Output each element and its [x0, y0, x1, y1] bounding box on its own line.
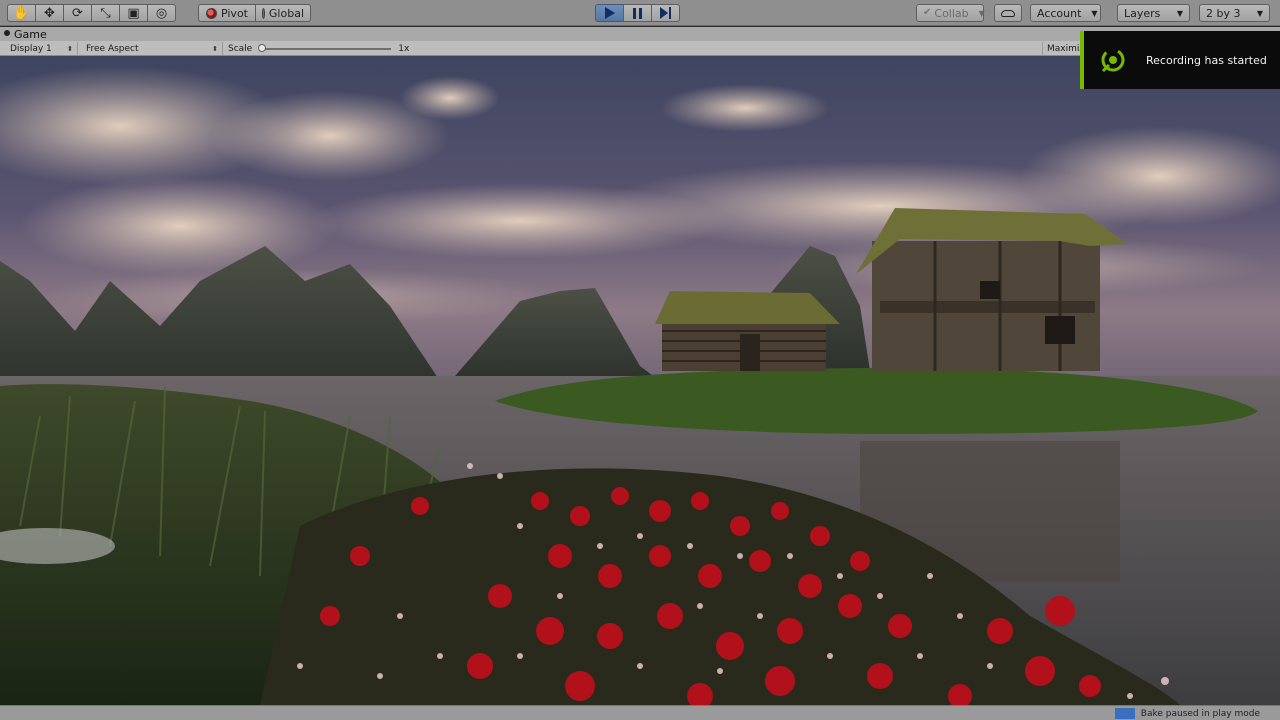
status-message-area: Bake paused in play mode [1114, 707, 1260, 720]
layout-dropdown[interactable]: 2 by 3 ▼ [1199, 4, 1270, 22]
play-controls [595, 4, 680, 22]
pivot-group: Pivot Global [198, 4, 311, 22]
scale-label: Scale [228, 43, 253, 54]
collab-label: Collab [934, 6, 969, 20]
chevron-down-icon: ▼ [1256, 8, 1263, 18]
rotate-icon: ⟳ [72, 5, 83, 21]
tab-game[interactable]: Game [4, 27, 47, 41]
scale-slider-thumb[interactable] [258, 43, 267, 52]
rotate-tool-button[interactable]: ⟳ [63, 4, 92, 22]
display-label: Display 1 [10, 43, 52, 54]
move-tool-button[interactable]: ✥ [35, 4, 64, 22]
chevron-down-icon: ▼ [1176, 8, 1183, 18]
game-scene [0, 56, 1280, 705]
cloud-button[interactable] [994, 4, 1022, 22]
aspect-dropdown[interactable]: Free Aspect ⬍ [80, 42, 223, 55]
step-button[interactable] [651, 4, 680, 22]
scale-value: 1x [398, 43, 410, 54]
big-house [856, 208, 1128, 371]
recording-icon [1101, 48, 1125, 73]
global-icon [262, 7, 265, 19]
cloud-group [994, 4, 1022, 22]
small-cabin [655, 291, 840, 371]
cloud-icon [1001, 9, 1015, 17]
status-message: Bake paused in play mode [1140, 708, 1260, 719]
collab-group: ✔ Collab ▼ [916, 4, 985, 22]
recording-notification: Recording has started [1080, 31, 1280, 89]
scale-tool-button[interactable]: ⤡ [91, 4, 120, 22]
scale-control: Scale 1x [228, 42, 409, 55]
hand-tool-button[interactable]: ✋ [7, 4, 36, 22]
scale-icon: ⤡ [100, 5, 111, 21]
layers-dropdown[interactable]: Layers ▼ [1117, 4, 1190, 22]
rect-icon: ▣ [127, 5, 140, 21]
play-icon [604, 7, 615, 19]
status-bar: Bake paused in play mode [0, 705, 1280, 720]
hand-icon: ✋ [13, 5, 30, 21]
tab-game-label: Game [14, 27, 47, 41]
game-view[interactable] [0, 56, 1280, 705]
aspect-label: Free Aspect [86, 43, 139, 54]
chevron-down-icon: ▼ [978, 8, 985, 18]
step-icon [660, 7, 671, 19]
chevron-updown-icon: ⬍ [212, 44, 218, 53]
rect-tool-button[interactable]: ▣ [119, 4, 148, 22]
transform-icon: ◎ [155, 5, 168, 21]
maximize-label: Maximiz [1047, 43, 1085, 54]
move-icon: ✥ [44, 5, 55, 21]
display-dropdown[interactable]: Display 1 ⬍ [4, 42, 78, 55]
pivot-icon [205, 7, 217, 19]
pivot-button[interactable]: Pivot [198, 4, 256, 22]
layers-group: Layers ▼ [1117, 4, 1190, 22]
chevron-down-icon: ▼ [1091, 8, 1098, 18]
layout-label: 2 by 3 [1206, 6, 1241, 20]
pivot-label: Pivot [220, 6, 248, 20]
global-label: Global [268, 6, 304, 20]
chevron-updown-icon: ⬍ [67, 44, 73, 53]
account-label: Account [1037, 6, 1082, 20]
global-button[interactable]: Global [255, 4, 311, 22]
bake-progress-indicator [1114, 708, 1135, 719]
maximize-on-play-toggle[interactable]: Maximiz [1042, 42, 1084, 55]
pause-button[interactable] [623, 4, 652, 22]
main-toolbar: ✋ ✥ ⟳ ⤡ ▣ ◎ Pivot Global ✔ Collab ▼ Acco… [0, 0, 1280, 26]
scale-slider[interactable] [258, 43, 392, 52]
recording-message: Recording has started [1146, 53, 1267, 67]
collab-dropdown[interactable]: ✔ Collab ▼ [916, 4, 985, 22]
game-controller-icon [4, 30, 10, 36]
transform-tools: ✋ ✥ ⟳ ⤡ ▣ ◎ [7, 4, 176, 22]
account-group: Account ▼ [1030, 4, 1101, 22]
play-button[interactable] [595, 4, 624, 22]
pause-icon [633, 7, 642, 19]
account-dropdown[interactable]: Account ▼ [1030, 4, 1101, 22]
check-icon: ✔ [923, 7, 932, 18]
transform-tool-button[interactable]: ◎ [147, 4, 176, 22]
layers-label: Layers [1124, 6, 1161, 20]
layout-group: 2 by 3 ▼ [1199, 4, 1270, 22]
